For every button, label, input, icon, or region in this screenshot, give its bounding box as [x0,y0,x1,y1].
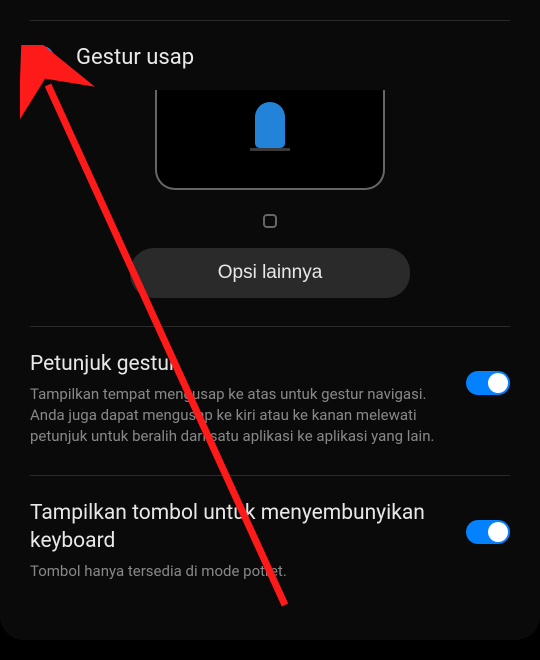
toggle-knob-icon [488,522,508,542]
divider [30,326,510,327]
gesture-hints-title: Petunjuk gestur [30,351,446,378]
gesture-hints-description: Tampilkan tempat mengusap ke atas untuk … [30,384,446,447]
toggle-knob-icon [488,373,508,393]
radio-selected-icon [36,52,48,64]
nav-indicator-icon [255,102,285,148]
gesture-hints-setting[interactable]: Petunjuk gestur Tampilkan tempat mengusa… [30,351,510,447]
keyboard-button-toggle[interactable] [466,520,510,544]
radio-button[interactable] [30,46,54,70]
page-indicator-icon [263,214,277,228]
divider [30,475,510,476]
more-options-button[interactable]: Opsi lainnya [130,248,410,298]
gesture-hints-toggle[interactable] [466,371,510,395]
keyboard-button-description: Tombol hanya tersedia di mode potret. [30,561,446,582]
keyboard-button-setting[interactable]: Tampilkan tombol untuk menyembunyikan ke… [30,500,510,582]
nav-base-icon [250,148,290,151]
phone-preview [155,90,385,190]
keyboard-button-title: Tampilkan tombol untuk menyembunyikan ke… [30,500,446,555]
gesture-swipe-label: Gestur usap [76,45,194,70]
gesture-swipe-radio-row[interactable]: Gestur usap [30,45,510,70]
